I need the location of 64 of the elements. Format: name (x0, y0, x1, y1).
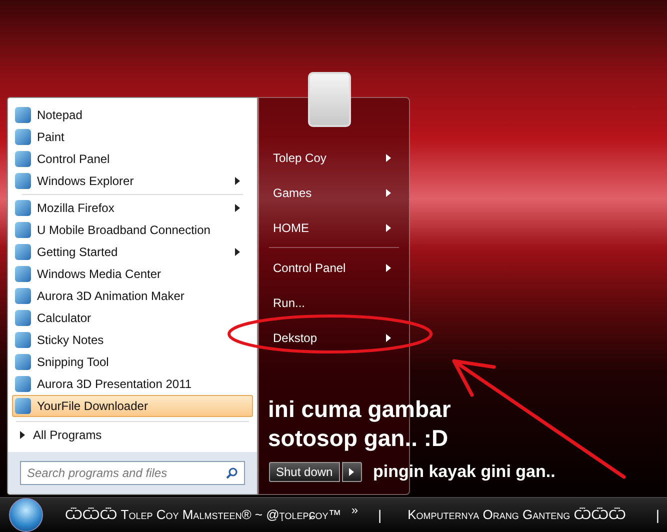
program-label: Paint (37, 129, 66, 146)
program-item[interactable]: Snipping Tool (12, 351, 253, 373)
program-item[interactable]: Mozilla Firefox (12, 197, 253, 219)
program-item[interactable]: Getting Started (12, 241, 253, 263)
program-label: Calculator (37, 310, 92, 327)
program-label: Getting Started (37, 244, 119, 261)
program-icon (15, 173, 31, 189)
places-item[interactable]: Games (267, 175, 401, 210)
program-item[interactable]: Control Panel (12, 148, 253, 170)
program-icon (15, 107, 31, 123)
search-field[interactable]: Search programs and files (20, 461, 245, 485)
program-item[interactable]: Calculator (12, 307, 253, 329)
program-icon (15, 266, 31, 282)
program-icon (15, 376, 31, 392)
program-label: Windows Media Center (37, 266, 162, 283)
chevron-text[interactable]: » (351, 501, 358, 519)
program-icon (15, 310, 31, 326)
program-icon (15, 398, 31, 414)
places-item[interactable]: Tolep Coy (267, 140, 401, 175)
user-picture (308, 72, 351, 127)
program-label: Control Panel (37, 151, 111, 168)
shutdown-button[interactable]: Shut down (269, 462, 340, 482)
program-icon (15, 151, 31, 167)
program-icon (15, 332, 31, 348)
program-label: Mozilla Firefox (37, 200, 116, 217)
search-icon (226, 467, 238, 479)
program-label: Sticky Notes (37, 332, 105, 349)
program-item[interactable]: Windows Media Center (12, 263, 253, 285)
program-item[interactable]: Paint (12, 126, 253, 148)
shutdown-options-button[interactable] (342, 462, 362, 482)
caption-text: ini cuma gambar (268, 395, 451, 424)
submenu-arrow-icon (20, 431, 25, 439)
program-icon (15, 354, 31, 370)
caption-text: sotosop gan.. :D (268, 424, 450, 453)
places-item[interactable]: Control Panel (267, 250, 401, 285)
program-item[interactable]: Aurora 3D Presentation 2011 (12, 373, 253, 395)
toolbar-text: ѾѾѾ Tolep Coy Malmsteen® ~ @ţolepɕoy™ (65, 506, 342, 524)
start-orb[interactable] (9, 498, 43, 532)
program-label: Snipping Tool (37, 354, 110, 371)
program-label: U Mobile Broadband Connection (37, 222, 212, 239)
places-item[interactable]: Run... (267, 285, 401, 320)
program-item[interactable]: Aurora 3D Animation Maker (12, 285, 253, 307)
program-label: Windows Explorer (37, 173, 135, 190)
program-label: Notepad (37, 107, 84, 124)
program-label: Aurora 3D Presentation 2011 (37, 376, 193, 393)
toolbar-title: Komputernya Orang Ganteng ѾѾѾ (408, 506, 626, 524)
program-icon (15, 200, 31, 216)
program-label: Aurora 3D Animation Maker (37, 288, 186, 305)
program-icon (15, 244, 31, 260)
program-item[interactable]: YourFile Downloader (12, 395, 253, 417)
program-item[interactable]: Sticky Notes (12, 329, 253, 351)
note-text: pingin kayak gini gan.. (373, 461, 556, 483)
program-icon (15, 129, 31, 145)
program-label: YourFile Downloader (37, 398, 149, 415)
places-item[interactable]: HOME (267, 210, 401, 245)
program-icon (15, 288, 31, 304)
separator-text: | (378, 506, 382, 525)
program-item[interactable]: Notepad (12, 104, 253, 126)
program-icon (15, 222, 31, 238)
submenu-arrow-icon (349, 468, 354, 476)
program-item[interactable]: U Mobile Broadband Connection (12, 219, 253, 241)
all-programs-item[interactable]: All Programs (12, 422, 253, 448)
program-item[interactable]: Windows Explorer (12, 170, 253, 192)
separator-text: | (656, 506, 660, 525)
